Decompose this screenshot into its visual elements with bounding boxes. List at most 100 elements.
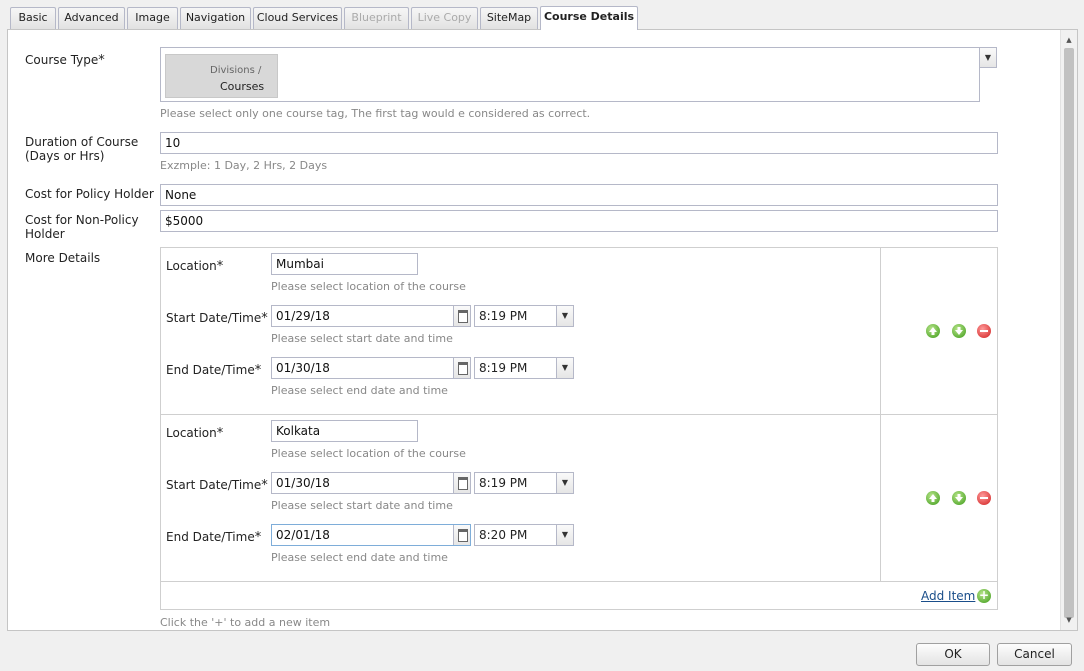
location-label-text: Location xyxy=(166,426,217,440)
start-date-value: 01/29/18 xyxy=(276,309,330,323)
location-hint: Please select location of the course xyxy=(271,280,466,293)
required-mark: * xyxy=(261,478,268,493)
add-icon[interactable]: + xyxy=(977,589,991,603)
item-actions xyxy=(880,415,997,581)
tab-sitemap[interactable]: SiteMap xyxy=(480,7,538,29)
tab-bar: Basic Advanced Image Navigation Cloud Se… xyxy=(0,0,1084,30)
required-mark: * xyxy=(216,426,224,441)
end-hint: Please select end date and time xyxy=(271,384,448,397)
ok-button[interactable]: OK xyxy=(916,643,990,666)
location-label-text: Location xyxy=(166,259,217,273)
start-label-text: Start Date/Time xyxy=(166,311,262,325)
end-time-select[interactable]: 8:20 PM ▼ xyxy=(474,524,574,546)
start-date-value: 01/30/18 xyxy=(276,476,330,490)
arrow-down-icon[interactable] xyxy=(952,491,966,505)
location-input[interactable]: Kolkata xyxy=(271,420,418,442)
start-time-select[interactable]: 8:19 PM ▼ xyxy=(474,305,574,327)
cost-policy-input[interactable]: None xyxy=(160,184,998,206)
tab-course-details[interactable]: Course Details xyxy=(540,6,638,30)
required-mark: * xyxy=(216,259,224,274)
course-type-label: Course Type* xyxy=(25,53,105,68)
tab-basic[interactable]: Basic xyxy=(10,7,56,29)
duration-label: Duration of Course (Days or Hrs) xyxy=(25,135,139,163)
location-input[interactable]: Mumbai xyxy=(271,253,418,275)
multifield-item: Location* Mumbai Please select location … xyxy=(161,248,997,415)
required-mark: * xyxy=(254,363,262,378)
start-time-value: 8:19 PM xyxy=(479,309,528,323)
tag-name: Courses xyxy=(220,80,265,93)
required-mark: * xyxy=(261,311,268,326)
item-actions xyxy=(880,248,997,414)
cost-policy-label: Cost for Policy Holder xyxy=(25,187,154,201)
cost-non-policy-input[interactable]: $5000 xyxy=(160,210,998,232)
location-label: Location* xyxy=(166,426,223,441)
duration-hint: Exzmple: 1 Day, 2 Hrs, 2 Days xyxy=(160,159,328,172)
add-item-link[interactable]: Add Item xyxy=(921,589,975,603)
start-date-input[interactable]: 01/30/18 xyxy=(271,472,471,494)
start-time-value: 8:19 PM xyxy=(479,476,528,490)
more-details-multifield: Location* Mumbai Please select location … xyxy=(160,247,998,610)
remove-icon[interactable] xyxy=(977,324,991,338)
required-mark: * xyxy=(98,53,105,68)
calendar-icon[interactable] xyxy=(453,525,470,545)
tab-image[interactable]: Image xyxy=(127,7,178,29)
end-time-value: 8:20 PM xyxy=(479,528,528,542)
scroll-down-icon[interactable]: ▼ xyxy=(1061,612,1077,628)
end-date-value: 02/01/18 xyxy=(276,528,330,542)
end-date-input[interactable]: 01/30/18 xyxy=(271,357,471,379)
remove-icon[interactable] xyxy=(977,491,991,505)
add-item-hint: Click the '+' to add a new item xyxy=(160,616,331,629)
end-datetime-label: End Date/Time* xyxy=(166,530,261,545)
multifield-item: Location* Kolkata Please select location… xyxy=(161,415,997,582)
arrow-up-icon[interactable] xyxy=(926,491,940,505)
end-hint: Please select end date and time xyxy=(271,551,448,564)
start-date-input[interactable]: 01/29/18 xyxy=(271,305,471,327)
arrow-up-icon[interactable] xyxy=(926,324,940,338)
duration-input[interactable]: 10 xyxy=(160,132,998,154)
tag-dropdown-button[interactable]: ▼ xyxy=(979,47,997,68)
more-details-label: More Details xyxy=(25,251,101,265)
tag-chip[interactable]: Divisions / Courses xyxy=(165,54,278,98)
end-label-text: End Date/Time xyxy=(166,363,255,377)
tag-path: Divisions / xyxy=(210,65,262,76)
start-time-select[interactable]: 8:19 PM ▼ xyxy=(474,472,574,494)
tab-cloud-services[interactable]: Cloud Services xyxy=(253,7,342,29)
arrow-down-icon[interactable] xyxy=(952,324,966,338)
tab-blueprint: Blueprint xyxy=(344,7,409,29)
start-hint: Please select start date and time xyxy=(271,332,453,345)
end-time-value: 8:19 PM xyxy=(479,361,528,375)
start-datetime-label: Start Date/Time* xyxy=(166,311,268,326)
start-hint: Please select start date and time xyxy=(271,499,453,512)
tab-navigation[interactable]: Navigation xyxy=(180,7,251,29)
tab-advanced[interactable]: Advanced xyxy=(58,7,125,29)
start-label-text: Start Date/Time xyxy=(166,478,262,492)
add-item-row: Add Item + xyxy=(161,582,997,610)
chevron-down-icon: ▼ xyxy=(984,53,992,62)
location-label: Location* xyxy=(166,259,223,274)
course-type-hint: Please select only one course tag, The f… xyxy=(160,107,591,120)
end-date-value: 01/30/18 xyxy=(276,361,330,375)
cost-non-policy-label: Cost for Non-Policy Holder xyxy=(25,213,139,241)
course-type-tag-field[interactable]: Divisions / Courses xyxy=(160,47,980,102)
required-mark: * xyxy=(254,530,262,545)
calendar-icon[interactable] xyxy=(453,358,470,378)
cancel-button[interactable]: Cancel xyxy=(997,643,1072,666)
calendar-icon[interactable] xyxy=(453,306,470,326)
end-label-text: End Date/Time xyxy=(166,530,255,544)
chevron-down-icon[interactable]: ▼ xyxy=(556,473,573,493)
scroll-thumb[interactable] xyxy=(1064,48,1074,618)
scroll-up-icon[interactable]: ▲ xyxy=(1061,32,1077,48)
start-datetime-label: Start Date/Time* xyxy=(166,478,268,493)
vertical-scrollbar[interactable]: ▲ ▼ xyxy=(1060,30,1077,630)
course-details-panel: Course Type* Divisions / Courses ▼ Pleas… xyxy=(7,29,1078,631)
tab-live-copy: Live Copy xyxy=(411,7,478,29)
end-time-select[interactable]: 8:19 PM ▼ xyxy=(474,357,574,379)
end-date-input[interactable]: 02/01/18 xyxy=(271,524,471,546)
chevron-down-icon[interactable]: ▼ xyxy=(556,358,573,378)
chevron-down-icon[interactable]: ▼ xyxy=(556,525,573,545)
calendar-icon[interactable] xyxy=(453,473,470,493)
course-type-label-text: Course Type xyxy=(25,53,99,67)
chevron-down-icon[interactable]: ▼ xyxy=(556,306,573,326)
end-datetime-label: End Date/Time* xyxy=(166,363,261,378)
location-hint: Please select location of the course xyxy=(271,447,466,460)
